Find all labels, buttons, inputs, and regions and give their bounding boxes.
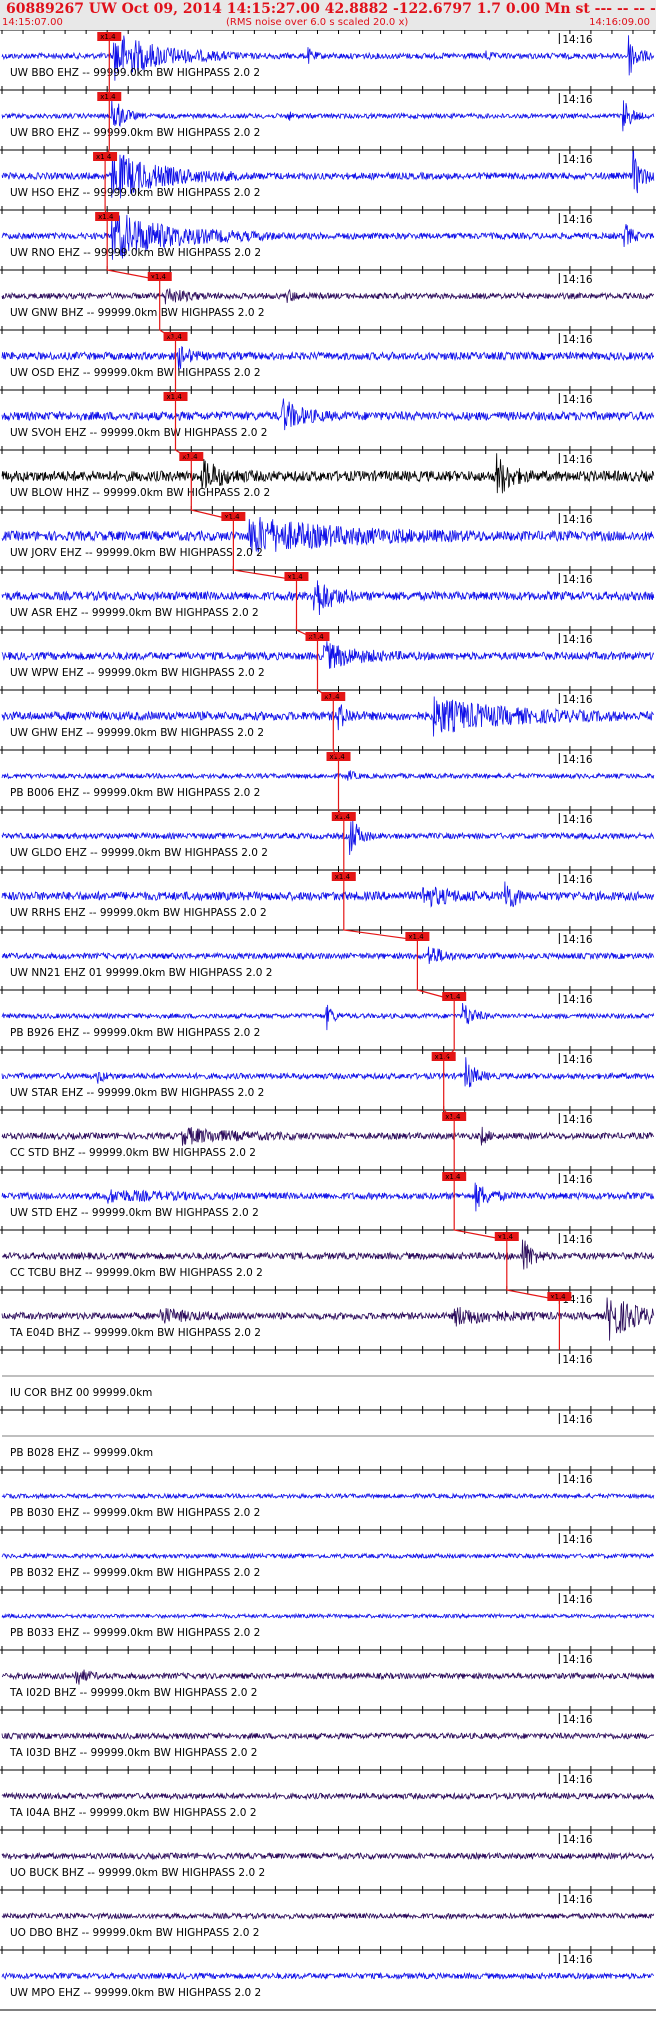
minute-label: 14:16 — [562, 1234, 593, 1246]
station-label: TA I02D BHZ -- 99999.0km BW HIGHPASS 2.0… — [9, 1687, 257, 1699]
end-time: 14:16:09.00 — [589, 17, 650, 28]
header-bar: 60889267 UW Oct 09, 2014 14:15:27.00 42.… — [0, 0, 656, 30]
station-label: PB B032 EHZ -- 99999.0km BW HIGHPASS 2.0… — [10, 1567, 260, 1579]
pick-label: x1.4 — [100, 33, 116, 41]
station-label: UW BRO EHZ -- 99999.0km BW HIGHPASS 2.0 … — [10, 127, 260, 139]
station-label: UW BLOW HHZ -- 99999.0km BW HIGHPASS 2.0… — [10, 487, 270, 499]
minute-label: 14:16 — [562, 334, 593, 346]
station-label: UW STD EHZ -- 99999.0km BW HIGHPASS 2.0 … — [10, 1207, 259, 1219]
station-label: UW OSD EHZ -- 99999.0km BW HIGHPASS 2.0 … — [10, 367, 261, 379]
station-label: TA I04A BHZ -- 99999.0km BW HIGHPASS 2.0… — [9, 1807, 257, 1819]
station-label: UW BBO EHZ -- 99999.0km BW HIGHPASS 2.0 … — [10, 67, 260, 79]
pick-label: x1.4 — [100, 93, 116, 101]
minute-label: 14:16 — [562, 1414, 593, 1426]
pick-label: x1.4 — [335, 873, 351, 881]
pick-label: x1.4 — [435, 1053, 451, 1061]
minute-label: 14:16 — [562, 1714, 593, 1726]
minute-label: 14:16 — [562, 1354, 593, 1366]
station-label: PB B028 EHZ -- 99999.0km — [10, 1447, 153, 1459]
station-label: CC STD BHZ -- 99999.0km BW HIGHPASS 2.0 … — [10, 1147, 256, 1159]
waveform — [1, 1057, 655, 1088]
waveform — [1, 1851, 655, 1861]
station-label: UW RNO EHZ -- 99999.0km BW HIGHPASS 2.0 … — [10, 247, 261, 259]
minute-label: 14:16 — [562, 34, 593, 46]
minute-label: 14:16 — [562, 394, 593, 406]
minute-label: 14:16 — [562, 94, 593, 106]
waveform — [1, 288, 654, 305]
station-label: UW WPW EHZ -- 99999.0km BW HIGHPASS 2.0 … — [10, 667, 265, 679]
station-label: PB B033 EHZ -- 99999.0km BW HIGHPASS 2.0… — [10, 1627, 260, 1639]
station-label: UW MPO EHZ -- 99999.0km BW HIGHPASS 2.0 … — [10, 1987, 261, 1999]
station-label: UW SVOH EHZ -- 99999.0km BW HIGHPASS 2.0… — [10, 427, 267, 439]
waveform — [1, 946, 655, 965]
station-label: UW ASR EHZ -- 99999.0km BW HIGHPASS 2.0 … — [10, 607, 259, 619]
station-label: PB B006 EHZ -- 99999.0km BW HIGHPASS 2.0… — [10, 787, 260, 799]
station-label: UW STAR EHZ -- 99999.0km BW HIGHPASS 2.0… — [10, 1087, 264, 1099]
minute-label: 14:16 — [562, 634, 593, 646]
waveform — [1, 1239, 655, 1270]
minute-label: 14:16 — [562, 994, 593, 1006]
minute-label: 14:16 — [562, 1594, 593, 1606]
waveform — [1, 641, 655, 669]
minute-label: 14:16 — [562, 514, 593, 526]
waveform — [1, 1552, 655, 1560]
station-label: TA E04D BHZ -- 99999.0km BW HIGHPASS 2.0… — [9, 1327, 261, 1339]
minute-label: 14:16 — [562, 754, 593, 766]
minute-label: 14:16 — [562, 934, 593, 946]
seismogram-plot: 14:16 UW BBO EHZ -- 99999.0km BW HIGHPASS… — [0, 30, 656, 2011]
minute-label: 14:16 — [562, 574, 593, 586]
waveform — [1, 1971, 655, 1981]
minute-label: 14:16 — [562, 1534, 593, 1546]
waveform — [1, 1126, 655, 1146]
minute-label: 14:16 — [562, 874, 593, 886]
waveform — [1, 1791, 655, 1801]
minute-label: 14:16 — [562, 1894, 593, 1906]
station-label: TA I03D BHZ -- 99999.0km BW HIGHPASS 2.0… — [9, 1747, 257, 1759]
minute-label: 14:16 — [562, 1174, 593, 1186]
minute-label: 14:16 — [562, 1834, 593, 1846]
event-title: 60889267 UW Oct 09, 2014 14:15:27.00 42.… — [6, 1, 656, 17]
waveform — [1, 1911, 655, 1921]
minute-label: 14:16 — [562, 1954, 593, 1966]
minute-label: 14:16 — [562, 214, 593, 226]
pick-label: x1.4 — [167, 393, 183, 401]
scale-note: (RMS noise over 6.0 s scaled 20.0 x) — [226, 17, 409, 28]
station-label: UW GHW EHZ -- 99999.0km BW HIGHPASS 2.0 … — [10, 727, 264, 739]
station-label: UW HSO EHZ -- 99999.0km BW HIGHPASS 2.0 … — [10, 187, 260, 199]
waveform — [1, 881, 655, 908]
minute-label: 14:16 — [562, 1774, 593, 1786]
minute-label: 14:16 — [562, 1054, 593, 1066]
minute-label: 14:16 — [562, 1114, 593, 1126]
waveform — [1, 1731, 655, 1741]
start-time: 14:15:07.00 — [2, 17, 63, 28]
station-label: UO BUCK BHZ -- 99999.0km BW HIGHPASS 2.0… — [10, 1867, 265, 1879]
station-label: UO DBO BHZ -- 99999.0km BW HIGHPASS 2.0 … — [10, 1927, 259, 1939]
minute-label: 14:16 — [562, 454, 593, 466]
station-label: PB B030 EHZ -- 99999.0km BW HIGHPASS 2.0… — [10, 1507, 260, 1519]
waveform — [1, 398, 655, 431]
station-label: PB B926 EHZ -- 99999.0km BW HIGHPASS 2.0… — [10, 1027, 260, 1039]
minute-label: 14:16 — [562, 814, 593, 826]
minute-label: 14:16 — [562, 154, 593, 166]
station-label: IU COR BHZ 00 99999.0km — [10, 1387, 152, 1399]
waveform — [1, 1669, 655, 1685]
station-label: UW GNW BHZ -- 99999.0km BW HIGHPASS 2.0 … — [10, 307, 265, 319]
station-label: UW NN21 EHZ 01 99999.0km BW HIGHPASS 2.0… — [10, 967, 272, 979]
pick-label: x1.4 — [96, 153, 112, 161]
station-label: UW JORV EHZ -- 99999.0km BW HIGHPASS 2.0… — [10, 547, 263, 559]
station-label: UW RRHS EHZ -- 99999.0km BW HIGHPASS 2.0… — [10, 907, 267, 919]
waveform — [1, 1492, 655, 1500]
minute-label: 14:16 — [562, 694, 593, 706]
minute-label: 14:16 — [562, 1654, 593, 1666]
station-label: CC TCBU BHZ -- 99999.0km BW HIGHPASS 2.0… — [10, 1267, 263, 1279]
waveform — [1, 1612, 655, 1620]
station-label: UW GLDO EHZ -- 99999.0km BW HIGHPASS 2.0… — [10, 847, 268, 859]
minute-label: 14:16 — [562, 1474, 593, 1486]
pick-label: x1.4 — [445, 1173, 461, 1181]
minute-label: 14:16 — [562, 274, 593, 286]
waveform — [1, 770, 655, 781]
